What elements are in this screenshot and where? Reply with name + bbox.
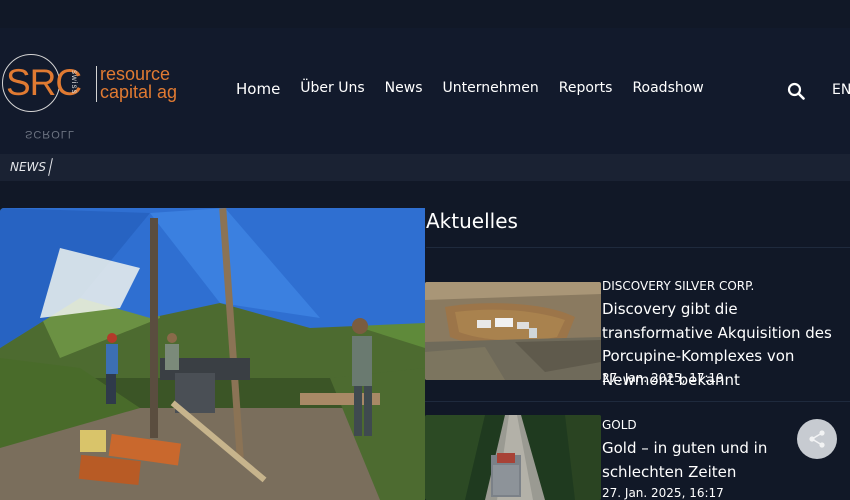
logo-swiss-label: swiss xyxy=(70,70,79,95)
nav-news[interactable]: News xyxy=(385,80,423,98)
language-switch[interactable]: EN xyxy=(832,82,850,98)
article-thumbnail-mine-site[interactable] xyxy=(425,282,601,380)
drill-site-photo xyxy=(0,208,425,500)
top-bar xyxy=(0,0,850,28)
nav-ueber-uns[interactable]: Über Uns xyxy=(300,80,364,98)
article-category[interactable]: DISCOVERY SILVER CORP. xyxy=(602,279,754,293)
logo-line-resource: resource xyxy=(100,64,171,84)
article-date: 27. Jan. 2025, 17:19 xyxy=(602,371,724,385)
logo-divider xyxy=(96,66,97,102)
logo-line-capital: capital ag xyxy=(100,82,178,102)
breadcrumb-separator xyxy=(48,158,53,176)
search-icon[interactable] xyxy=(787,82,805,100)
breadcrumb-news[interactable]: NEWS xyxy=(10,160,46,174)
nav-reports[interactable]: Reports xyxy=(559,80,613,98)
main-nav: Home Über Uns News Unternehmen Reports R… xyxy=(236,80,704,98)
scroll-indicator: SCROLL xyxy=(25,128,76,140)
src-logo[interactable]: SRC swiss resource capital ag xyxy=(0,52,190,116)
article-date: 27. Jan. 2025, 16:17 xyxy=(602,486,724,500)
section-title-aktuelles: Aktuelles xyxy=(426,209,518,233)
article-thumbnail-forest-road[interactable] xyxy=(425,415,601,500)
share-icon xyxy=(809,430,825,448)
share-button[interactable] xyxy=(797,419,837,459)
nav-roadshow[interactable]: Roadshow xyxy=(632,80,703,98)
article-category[interactable]: GOLD xyxy=(602,418,637,432)
section-divider xyxy=(426,247,850,248)
nav-home[interactable]: Home xyxy=(236,80,280,98)
breadcrumb: NEWS xyxy=(0,154,850,181)
featured-article-image[interactable] xyxy=(0,208,425,500)
article-divider xyxy=(425,401,850,402)
nav-unternehmen[interactable]: Unternehmen xyxy=(443,80,539,98)
